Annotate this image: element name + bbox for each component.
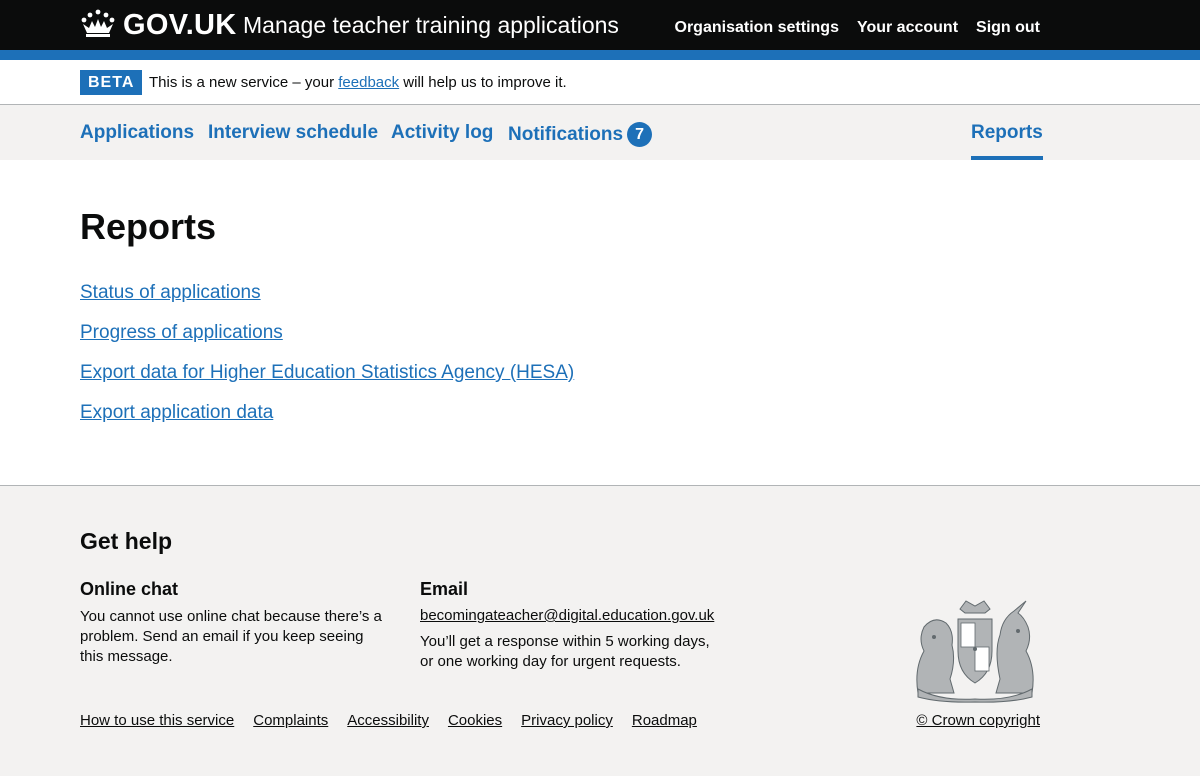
export-application-data-link[interactable]: Export application data [80,402,273,424]
export-hesa-data-link[interactable]: Export data for Higher Education Statist… [80,362,574,384]
govuk-logo-link[interactable]: GOV.UK [80,8,237,42]
phase-banner-text: This is a new service – your feedback wi… [149,74,567,91]
organisation-settings-link[interactable]: Organisation settings [675,19,839,37]
progress-of-applications-link[interactable]: Progress of applications [80,322,283,344]
nav-reports[interactable]: Reports [971,105,1043,160]
sign-out-link[interactable]: Sign out [976,19,1040,37]
phase-banner: BETA This is a new service – your feedba… [0,60,1200,105]
nav-interview-schedule[interactable]: Interview schedule [208,105,378,160]
page-title: Reports [80,206,217,247]
nav-notifications[interactable]: Notifications 7 [508,105,653,160]
nav-activity-log[interactable]: Activity log [391,105,493,160]
cookies-link[interactable]: Cookies [448,712,502,729]
beta-tag: BETA [80,70,143,95]
feedback-link[interactable]: feedback [338,74,399,91]
phase-text-after: will help us to improve it. [399,74,567,91]
service-name-link[interactable]: Manage teacher training applications [243,12,619,39]
phase-text-before: This is a new service – your [149,74,339,91]
accessibility-link[interactable]: Accessibility [347,712,429,729]
crown-icon [80,9,123,42]
privacy-policy-link[interactable]: Privacy policy [521,712,613,729]
footer-links: How to use this service Complaints Acces… [80,712,697,729]
roadmap-link[interactable]: Roadmap [632,712,697,729]
nav-notifications-label: Notifications [508,124,624,145]
primary-navigation: Applications Interview schedule Activity… [0,105,1200,160]
notifications-count-badge: 7 [627,122,653,147]
how-to-use-link[interactable]: How to use this service [80,712,234,729]
online-chat-text: You cannot use online chat because there… [80,608,382,665]
online-chat-heading: Online chat [80,579,179,599]
get-help-heading: Get help [80,528,173,554]
email-response-text: You’ll get a response within 5 working d… [420,633,710,670]
header-navigation: Organisation settings Your account Sign … [675,19,1041,37]
email-heading: Email [420,579,469,599]
nav-applications[interactable]: Applications [80,105,194,160]
crown-copyright-link[interactable]: © Crown copyright [916,712,1040,729]
your-account-link[interactable]: Your account [857,19,958,37]
status-of-applications-link[interactable]: Status of applications [80,282,261,304]
royal-coat-of-arms-icon [910,599,1040,703]
site-footer: Get help Online chat You cannot use onli… [0,485,1200,776]
complaints-link[interactable]: Complaints [253,712,328,729]
govuk-logo-text: GOV.UK [123,8,237,41]
header-blue-bar [0,50,1200,60]
support-email-link[interactable]: becomingateacher@digital.education.gov.u… [420,607,714,624]
